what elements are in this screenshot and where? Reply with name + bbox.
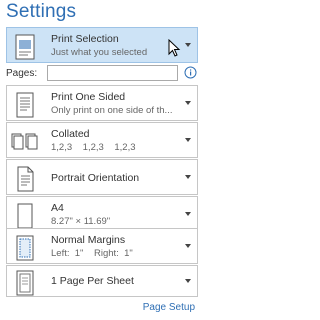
mouse-cursor-icon [168, 39, 181, 57]
collation-dropdown[interactable]: Collated 1,2,3 1,2,3 1,2,3 [6, 122, 198, 158]
chevron-down-icon [185, 279, 191, 283]
orientation-dropdown[interactable]: Portrait Orientation [6, 159, 198, 195]
paper-size-label: A4 [51, 202, 64, 214]
margins-label: Normal Margins [51, 234, 126, 246]
sides-sub: Only print on one side of th... [51, 105, 173, 116]
paper-size-sub: 8.27" × 11.69" [51, 216, 111, 227]
pages-per-sheet-label: 1 Page Per Sheet [51, 275, 134, 287]
chevron-down-icon [185, 212, 191, 216]
paper-size-dropdown[interactable]: A4 8.27" × 11.69" [6, 196, 198, 232]
one-sided-icon [11, 90, 39, 120]
paper-size-icon [11, 201, 39, 231]
chevron-down-icon [185, 43, 191, 47]
page-setup-link[interactable]: Page Setup [143, 302, 195, 313]
pages-input[interactable] [47, 65, 178, 81]
collation-sub: 1,2,3 1,2,3 1,2,3 [51, 142, 136, 153]
pages-label: Pages: [6, 68, 38, 79]
sides-label: Print One Sided [51, 91, 126, 103]
margins-icon [11, 233, 39, 263]
chevron-down-icon [185, 138, 191, 142]
chevron-down-icon [185, 244, 191, 248]
collated-icon [11, 127, 39, 157]
print-what-label: Print Selection [51, 33, 119, 45]
collation-label: Collated [51, 128, 90, 140]
info-icon[interactable] [184, 66, 197, 79]
chevron-down-icon [185, 101, 191, 105]
pages-per-sheet-icon [11, 268, 39, 298]
chevron-down-icon [185, 175, 191, 179]
settings-title: Settings [6, 1, 77, 22]
print-selection-icon [11, 32, 39, 62]
pages-per-sheet-dropdown[interactable]: 1 Page Per Sheet [6, 265, 198, 297]
orientation-label: Portrait Orientation [51, 172, 140, 184]
margins-dropdown[interactable]: Normal Margins Left: 1" Right: 1" [6, 228, 198, 264]
sides-dropdown[interactable]: Print One Sided Only print on one side o… [6, 85, 198, 121]
portrait-icon [11, 164, 39, 194]
print-what-sub: Just what you selected [51, 47, 148, 58]
margins-sub: Left: 1" Right: 1" [51, 248, 133, 259]
